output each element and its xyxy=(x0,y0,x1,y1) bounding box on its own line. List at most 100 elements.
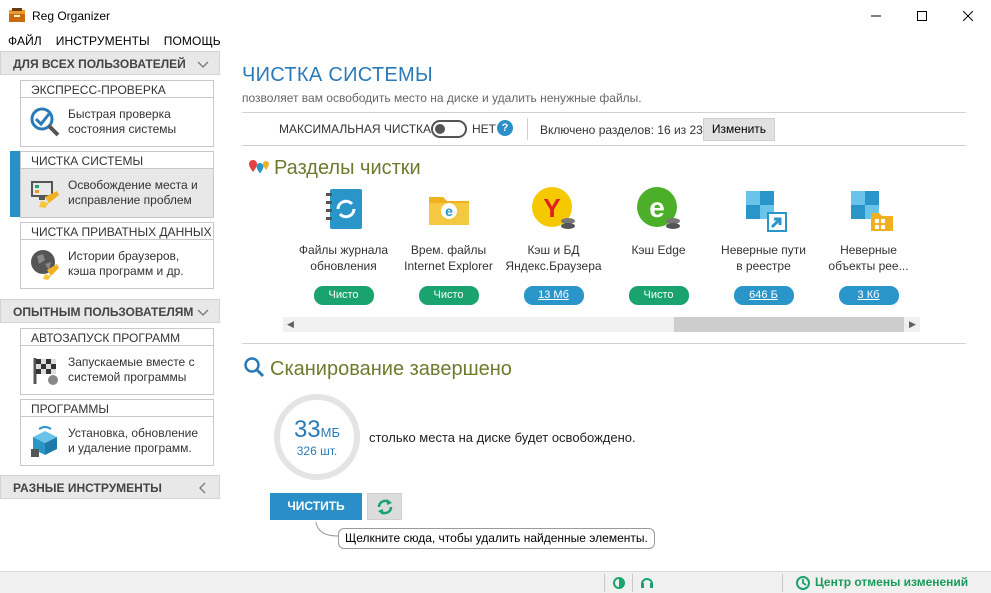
change-sections-button[interactable]: Изменить xyxy=(703,118,775,141)
tile-ie-temp-files[interactable]: e Врем. файлы Internet Explorer Чисто xyxy=(396,185,501,305)
tiles-horizontal-scrollbar[interactable]: ◀ ▶ xyxy=(283,317,920,332)
max-clean-label: МАКСИМАЛЬНАЯ ЧИСТКА xyxy=(279,122,432,136)
max-clean-value: НЕТ xyxy=(472,122,496,136)
brightness-icon[interactable] xyxy=(611,575,627,591)
section-header-misc-tools[interactable]: РАЗНЫЕ ИНСТРУМЕНТЫ xyxy=(0,475,220,499)
chevron-down-icon xyxy=(197,61,209,68)
card-title: ЭКСПРЕСС-ПРОВЕРКА xyxy=(21,81,213,98)
tooltip-pointer xyxy=(315,522,339,537)
card-title: ЧИСТКА ПРИВАТНЫХ ДАННЫХ xyxy=(21,223,213,240)
active-indicator xyxy=(10,151,20,217)
tile-status-badge: Чисто xyxy=(418,286,479,305)
svg-text:Y: Y xyxy=(543,193,560,223)
card-autorun-programs[interactable]: АВТОЗАПУСК ПРОГРАММ Запускаемые вместе с… xyxy=(20,328,214,395)
scroll-left-arrow-icon[interactable]: ◀ xyxy=(283,317,298,332)
rescan-button[interactable] xyxy=(367,493,402,520)
search-icon xyxy=(244,357,265,378)
folder-ie-icon: e xyxy=(428,197,469,225)
map-pins-icon xyxy=(249,160,269,174)
card-system-cleanup[interactable]: ЧИСТКА СИСТЕМЫ Освобождение места и испра… xyxy=(20,151,214,218)
tile-label: Неверные пути в реестре xyxy=(721,243,806,273)
registry-cubes-folder-icon xyxy=(850,191,893,231)
package-icon xyxy=(31,426,57,457)
max-clean-toggle[interactable] xyxy=(431,120,467,138)
section-label: ДЛЯ ВСЕХ ПОЛЬЗОВАТЕЛЕЙ xyxy=(13,57,186,71)
card-programs[interactable]: ПРОГРАММЫ Установка, обновление и удалени… xyxy=(20,399,214,466)
page-title: ЧИСТКА СИСТЕМЫ xyxy=(242,64,433,86)
tile-update-logs[interactable]: Файлы журнала обновления Чисто xyxy=(291,185,396,305)
card-private-data-cleanup[interactable]: ЧИСТКА ПРИВАТНЫХ ДАННЫХ Истории браузеро… xyxy=(20,222,214,289)
close-button[interactable] xyxy=(945,0,991,31)
sections-heading: Разделы чистки xyxy=(274,157,421,179)
support-headset-icon[interactable] xyxy=(639,575,655,591)
tile-yandex-cache[interactable]: Y Кэш и БД Яндекс.Браузера 13 Мб xyxy=(501,185,606,305)
section-header-all-users[interactable]: ДЛЯ ВСЕХ ПОЛЬЗОВАТЕЛЕЙ xyxy=(0,51,220,75)
sections-enabled-count: Включено разделов: 16 из 23 xyxy=(540,123,703,137)
scroll-right-arrow-icon[interactable]: ▶ xyxy=(905,317,920,332)
section-header-advanced-users[interactable]: ОПЫТНЫМ ПОЛЬЗОВАТЕЛЯМ xyxy=(0,299,220,323)
svg-text:e: e xyxy=(445,203,453,219)
scan-size: 33МБ xyxy=(293,416,341,443)
title-bar: Reg Organizer xyxy=(0,0,991,31)
card-title: ПРОГРАММЫ xyxy=(21,400,213,417)
section-label: ОПЫТНЫМ ПОЛЬЗОВАТЕЛЯМ xyxy=(13,305,194,319)
tile-status-badge: Чисто xyxy=(313,286,374,305)
window-title: Reg Organizer xyxy=(32,9,111,23)
undo-center-link[interactable]: Центр отмены изменений xyxy=(815,575,968,589)
tile-status-link[interactable]: 3 Кб xyxy=(838,286,899,305)
divider xyxy=(527,118,528,140)
undo-center-icon xyxy=(796,576,810,590)
scan-complete-heading: Сканирование завершено xyxy=(270,358,512,380)
tile-invalid-registry-objects[interactable]: Неверные объекты рее... 3 Кб xyxy=(816,185,921,305)
divider xyxy=(242,343,966,344)
tile-label: Кэш и БД Яндекс.Браузера xyxy=(505,243,602,273)
card-description: Установка, обновление и удаление программ… xyxy=(68,426,199,455)
clean-button[interactable]: ЧИСТИТЬ xyxy=(270,493,362,520)
divider xyxy=(782,574,783,592)
edge-browser-icon: e xyxy=(636,187,680,229)
maximize-button[interactable] xyxy=(899,0,945,31)
menu-file[interactable]: ФАЙЛ xyxy=(8,34,42,48)
status-bar: Центр отмены изменений xyxy=(0,571,991,593)
card-description: Запускаемые вместе с системой программы xyxy=(68,355,195,384)
divider xyxy=(242,145,966,146)
card-description: Быстрая проверка состояния системы xyxy=(68,107,177,136)
help-icon[interactable]: ? xyxy=(497,120,513,136)
tile-edge-cache[interactable]: e Кэш Edge Чисто xyxy=(606,185,711,305)
broom-monitor-icon xyxy=(31,181,59,208)
card-description: Освобождение места и исправление проблем xyxy=(68,178,198,207)
maximize-icon xyxy=(917,10,927,21)
tile-invalid-registry-paths[interactable]: Неверные пути в реестре 646 Б xyxy=(711,185,816,305)
section-label: РАЗНЫЕ ИНСТРУМЕНТЫ xyxy=(13,481,162,495)
menu-bar: ФАЙЛ ИНСТРУМЕНТЫ ПОМОЩЬ xyxy=(0,31,991,51)
divider xyxy=(604,574,605,592)
sidebar: ДЛЯ ВСЕХ ПОЛЬЗОВАТЕЛЕЙ ЭКСПРЕСС-ПРОВЕРКА… xyxy=(0,51,234,571)
divider xyxy=(242,112,966,113)
svg-text:e: e xyxy=(649,192,665,223)
page-subtitle: позволяет вам освободить место на диске … xyxy=(242,91,642,105)
scrollbar-thumb[interactable] xyxy=(674,317,904,332)
card-express-check[interactable]: ЭКСПРЕСС-ПРОВЕРКА Быстрая проверка состоя… xyxy=(20,80,214,147)
tile-status-link[interactable]: 646 Б xyxy=(733,286,794,305)
clean-tooltip: Щелкните сюда, чтобы удалить найденные э… xyxy=(338,528,655,549)
tile-status-link[interactable]: 13 Мб xyxy=(523,286,584,305)
divider xyxy=(632,574,633,592)
checkered-flag-icon xyxy=(33,358,58,385)
chevron-down-icon xyxy=(197,309,209,316)
scan-description: столько места на диске будет освобождено… xyxy=(369,430,636,445)
magnifier-check-icon xyxy=(30,107,60,137)
registry-cubes-shortcut-icon xyxy=(745,191,787,232)
yandex-browser-icon: Y xyxy=(531,187,575,229)
minimize-button[interactable] xyxy=(853,0,899,31)
minimize-icon xyxy=(871,15,881,16)
card-title: АВТОЗАПУСК ПРОГРАММ xyxy=(21,329,213,346)
tile-status-badge: Чисто xyxy=(628,286,689,305)
menu-tools[interactable]: ИНСТРУМЕНТЫ xyxy=(56,34,150,48)
scan-count: 326 шт. xyxy=(296,444,338,458)
chevron-left-icon xyxy=(199,482,206,494)
tile-label: Файлы журнала обновления xyxy=(298,243,389,273)
card-description: Истории браузеров, кэша программ и др. xyxy=(68,249,184,278)
menu-help[interactable]: ПОМОЩЬ xyxy=(164,34,221,48)
scan-result-circle: 33МБ 326 шт. xyxy=(274,394,360,480)
globe-broom-icon xyxy=(31,250,59,280)
